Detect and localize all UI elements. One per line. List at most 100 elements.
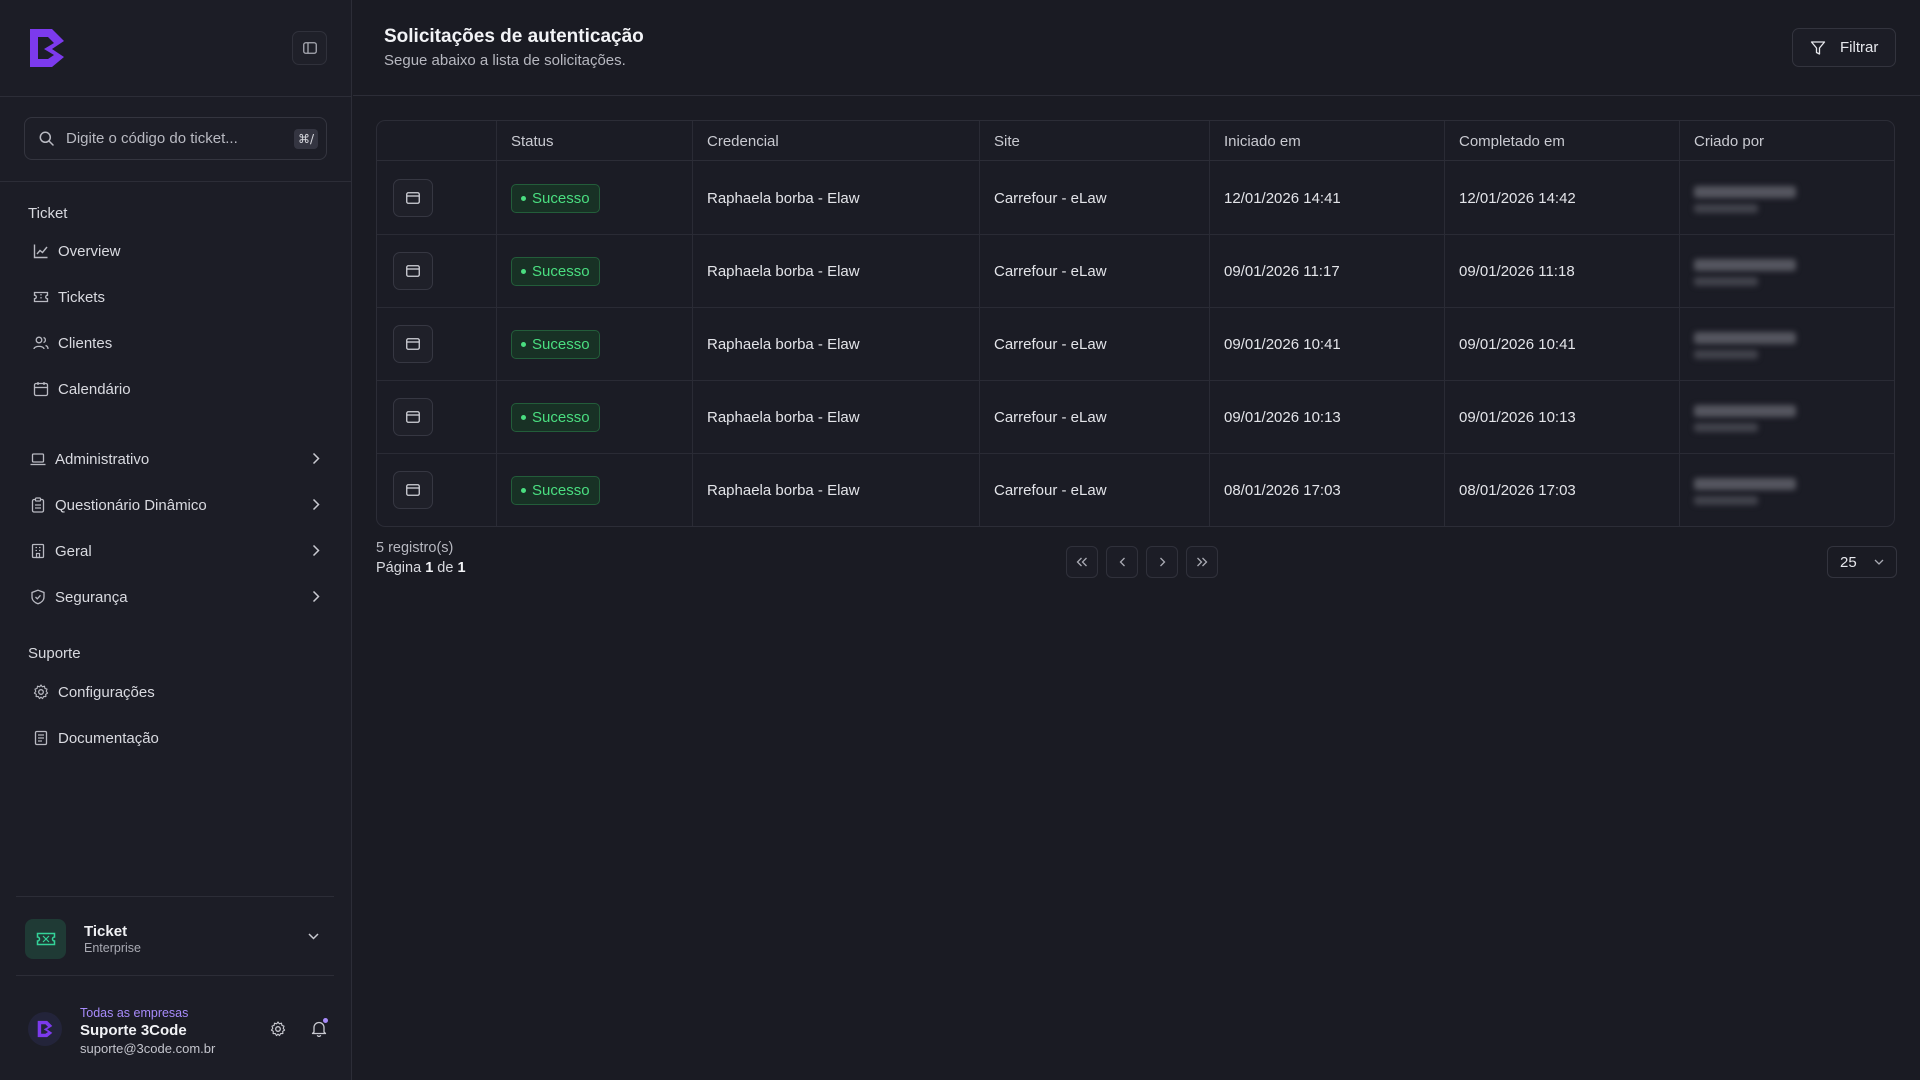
ticket-search-input[interactable] (66, 130, 286, 147)
plan-switcher[interactable]: Ticket Enterprise (16, 896, 334, 976)
cell-completed: 08/01/2026 17:03 (1459, 481, 1576, 499)
sidebar-item-administrativo[interactable]: Administrativo (28, 441, 328, 477)
plan-ticket-icon (25, 919, 66, 959)
cell-credencial: Raphaela borba - Elaw (707, 335, 860, 353)
sidebar-item-configuracoes[interactable]: Configurações (28, 674, 328, 710)
table-header: Status Credencial Site Iniciado em Compl… (377, 121, 1894, 161)
cell-site: Carrefour - eLaw (994, 408, 1107, 426)
cell-created-by-redacted (1680, 162, 1880, 234)
main-content: Solicitações de autenticação Segue abaix… (353, 0, 1920, 1080)
column-header-completado[interactable]: Completado em (1445, 121, 1565, 161)
avatar[interactable] (28, 1012, 62, 1046)
status-badge: Sucesso (511, 475, 600, 505)
clipboard-icon (31, 497, 45, 513)
column-header-status[interactable]: Status (497, 121, 554, 161)
user-settings-button[interactable] (270, 1021, 286, 1037)
sidebar-item-label: Calendário (58, 380, 131, 398)
filter-button[interactable]: Filtrar (1792, 28, 1896, 67)
search-shortcut-hint: ⌘/ (293, 129, 318, 149)
browser-window-icon (406, 338, 420, 350)
row-details-button[interactable] (393, 398, 433, 436)
sidebar-item-label: Overview (58, 242, 121, 260)
cell-started: 09/01/2026 11:17 (1224, 262, 1340, 280)
sidebar-item-tickets[interactable]: Tickets (28, 279, 328, 315)
users-icon (33, 336, 49, 350)
sidebar-item-questionario[interactable]: Questionário Dinâmico (28, 487, 328, 523)
browser-window-icon (406, 265, 420, 277)
chart-line-icon (33, 244, 48, 259)
sidebar-item-label: Geral (55, 542, 92, 560)
cell-completed: 09/01/2026 11:18 (1459, 262, 1575, 280)
last-page-button[interactable] (1186, 546, 1218, 578)
chevron-left-icon (1119, 557, 1125, 567)
sidebar-item-label: Tickets (58, 288, 105, 306)
column-header-iniciado[interactable]: Iniciado em (1210, 121, 1301, 161)
page-header: Solicitações de autenticação Segue abaix… (353, 0, 1920, 96)
chevron-right-icon (312, 590, 320, 603)
sidebar-item-seguranca[interactable]: Segurança (28, 579, 328, 615)
laptop-icon (30, 453, 46, 466)
chevron-right-icon (312, 452, 320, 465)
sidebar-item-geral[interactable]: Geral (28, 533, 328, 569)
cell-site: Carrefour - eLaw (994, 335, 1107, 353)
cell-completed: 12/01/2026 14:42 (1459, 189, 1576, 207)
column-header-site[interactable]: Site (980, 121, 1020, 161)
requests-table: Status Credencial Site Iniciado em Compl… (376, 120, 1895, 527)
user-email: suporte@3code.com.br (80, 1041, 216, 1056)
browser-window-icon (406, 484, 420, 496)
column-header-criado-por[interactable]: Criado por (1680, 121, 1764, 161)
chevron-right-icon (312, 544, 320, 557)
page-title: Solicitações de autenticação (384, 26, 644, 47)
next-page-button[interactable] (1146, 546, 1178, 578)
status-badge: Sucesso (511, 256, 600, 286)
status-badge: Sucesso (511, 402, 600, 432)
row-details-button[interactable] (393, 252, 433, 290)
chevron-right-icon (1159, 557, 1165, 567)
search-icon (39, 131, 54, 146)
shield-icon (31, 589, 45, 605)
gear-icon (270, 1021, 286, 1037)
rows-per-page-select[interactable]: 25 (1827, 546, 1897, 578)
previous-page-button[interactable] (1106, 546, 1138, 578)
table-row: Sucesso Raphaela borba - Elaw Carrefour … (377, 308, 1894, 381)
cell-started: 09/01/2026 10:41 (1224, 335, 1341, 353)
sidebar-item-label: Documentação (58, 729, 159, 747)
row-details-button[interactable] (393, 471, 433, 509)
cell-credencial: Raphaela borba - Elaw (707, 262, 860, 280)
sidebar: ⌘/ Ticket Overview Tickets Clientes Cale… (0, 0, 352, 1080)
cell-started: 08/01/2026 17:03 (1224, 481, 1341, 499)
rows-per-page-value: 25 (1840, 553, 1857, 571)
cell-started: 09/01/2026 10:13 (1224, 408, 1341, 426)
row-details-button[interactable] (393, 325, 433, 363)
sidebar-item-label: Segurança (55, 588, 128, 606)
cell-completed: 09/01/2026 10:13 (1459, 408, 1576, 426)
chevron-down-icon (1874, 559, 1884, 565)
cell-site: Carrefour - eLaw (994, 189, 1107, 207)
cell-site: Carrefour - eLaw (994, 481, 1107, 499)
browser-window-icon (406, 192, 420, 204)
sidebar-item-calendario[interactable]: Calendário (28, 371, 328, 407)
row-details-button[interactable] (393, 179, 433, 217)
sidebar-toggle-button[interactable] (292, 31, 327, 65)
user-company[interactable]: Todas as empresas (80, 1006, 188, 1020)
cell-completed: 09/01/2026 10:41 (1459, 335, 1576, 353)
page-subtitle: Segue abaixo a lista de solicitações. (384, 52, 626, 69)
brand-logo[interactable] (26, 25, 68, 71)
sidebar-item-documentacao[interactable]: Documentação (28, 720, 328, 756)
section-label-suporte: Suporte (28, 645, 81, 662)
cell-created-by-redacted (1680, 308, 1880, 380)
sidebar-header (0, 0, 351, 97)
document-icon (34, 730, 48, 746)
chevrons-left-icon (1076, 557, 1087, 567)
building-icon (31, 543, 45, 559)
column-header-credencial[interactable]: Credencial (693, 121, 779, 161)
table-row: Sucesso Raphaela borba - Elaw Carrefour … (377, 162, 1894, 235)
ticket-search-box[interactable]: ⌘/ (24, 117, 327, 160)
table-row: Sucesso Raphaela borba - Elaw Carrefour … (377, 454, 1894, 526)
first-page-button[interactable] (1066, 546, 1098, 578)
chevrons-right-icon (1197, 557, 1208, 567)
sidebar-item-clientes[interactable]: Clientes (28, 325, 328, 361)
cell-started: 12/01/2026 14:41 (1224, 189, 1341, 207)
sidebar-item-overview[interactable]: Overview (28, 233, 328, 269)
chevron-down-icon (308, 933, 319, 940)
